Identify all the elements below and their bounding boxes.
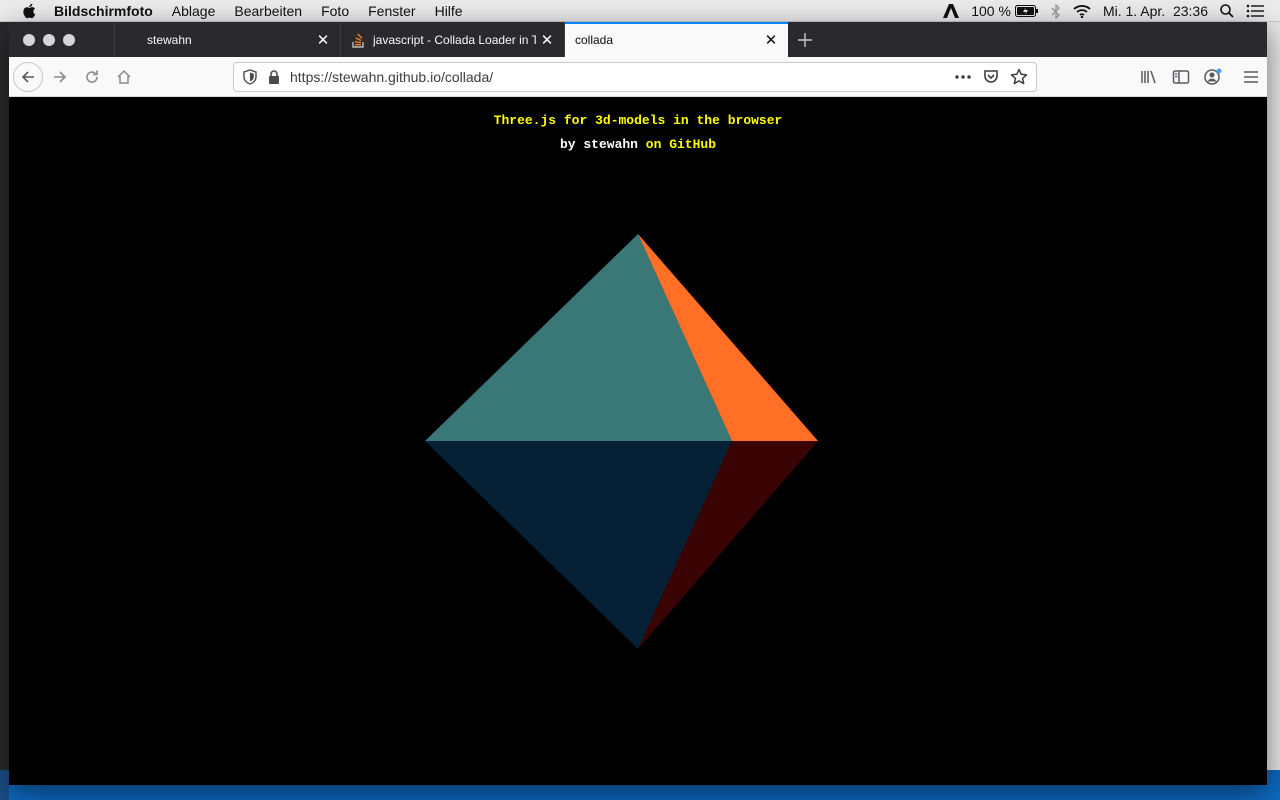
- forward-arrow-icon: [54, 70, 67, 83]
- new-tab-button[interactable]: [788, 22, 822, 57]
- home-icon: [117, 69, 131, 84]
- menu-app-name[interactable]: Bildschirmfoto: [54, 3, 153, 19]
- sidebar-toggle-icon[interactable]: [1165, 62, 1197, 92]
- bookmark-star-icon[interactable]: [1008, 66, 1030, 88]
- tab-title: collada: [575, 32, 614, 47]
- back-button[interactable]: [13, 61, 43, 92]
- macos-menu-bar: Bildschirmfoto Ablage Bearbeiten Foto Fe…: [0, 0, 1280, 22]
- back-arrow-icon: [21, 70, 34, 83]
- reload-button[interactable]: [77, 62, 107, 92]
- menu-fenster[interactable]: Fenster: [368, 3, 415, 19]
- close-tab-icon[interactable]: ✕: [760, 29, 782, 51]
- hamburger-menu-icon[interactable]: [1235, 62, 1267, 92]
- battery-icon[interactable]: [1014, 5, 1039, 17]
- page-byline: by stewahn on GitHub: [9, 133, 1267, 157]
- minimize-window-button[interactable]: [43, 33, 55, 46]
- info-overlay: Three.js for 3d-models in the browser by…: [9, 109, 1267, 157]
- desktop-background-left: [0, 22, 9, 800]
- tab-title: stewahn: [147, 32, 192, 47]
- close-tab-icon[interactable]: ✕: [536, 29, 558, 51]
- menu-ablage[interactable]: Ablage: [172, 3, 216, 19]
- forward-button[interactable]: [45, 62, 75, 92]
- github-favicon-icon: [125, 32, 141, 48]
- page-actions-ellipsis-icon[interactable]: [952, 66, 974, 88]
- wifi-icon[interactable]: [1073, 4, 1091, 18]
- reload-icon: [86, 70, 98, 83]
- library-icon[interactable]: [1133, 62, 1165, 92]
- tab-stackoverflow[interactable]: javascript - Collada Loader in Th ✕: [340, 22, 564, 57]
- menu-bearbeiten[interactable]: Bearbeiten: [234, 3, 302, 19]
- pocket-icon[interactable]: [980, 66, 1002, 88]
- tab-collada[interactable]: collada ✕: [564, 22, 788, 57]
- browser-window: stewahn ✕ javascript - Collada Loader in…: [9, 22, 1267, 785]
- stackoverflow-favicon-icon: [351, 32, 367, 48]
- close-window-button[interactable]: [23, 33, 35, 46]
- close-tab-icon[interactable]: ✕: [312, 29, 334, 51]
- notification-center-icon[interactable]: [1246, 4, 1264, 18]
- zoom-window-button[interactable]: [63, 33, 75, 46]
- byline-author: by stewahn: [559, 137, 638, 152]
- github-link[interactable]: on GitHub: [646, 137, 716, 152]
- toolbar-right: [1133, 62, 1267, 92]
- webgl-canvas[interactable]: [9, 97, 1267, 785]
- apple-logo-icon[interactable]: [19, 3, 39, 19]
- firefox-account-icon[interactable]: [1197, 62, 1229, 92]
- url-bar[interactable]: https://stewahn.github.io/collada/: [233, 62, 1037, 92]
- url-text[interactable]: https://stewahn.github.io/collada/: [290, 69, 952, 85]
- tab-stewahn[interactable]: stewahn ✕: [114, 22, 340, 57]
- menu-hilfe[interactable]: Hilfe: [435, 3, 463, 19]
- page-content: Three.js for 3d-models in the browser by…: [9, 97, 1267, 785]
- tab-title: javascript - Collada Loader in Th: [373, 32, 536, 47]
- battery-percentage: 100 %: [971, 3, 1011, 19]
- desktop-background-right: [1267, 22, 1280, 770]
- home-button[interactable]: [109, 62, 139, 92]
- tab-bar: stewahn ✕ javascript - Collada Loader in…: [9, 22, 1267, 57]
- window-controls: [9, 22, 114, 57]
- menu-foto[interactable]: Foto: [321, 3, 349, 19]
- navigation-toolbar: https://stewahn.github.io/collada/: [9, 57, 1267, 97]
- page-headline: Three.js for 3d-models in the browser: [493, 113, 783, 128]
- secure-lock-icon[interactable]: [262, 70, 286, 84]
- menubar-clock[interactable]: Mi. 1. Apr. 23:36: [1103, 3, 1208, 19]
- tracking-protection-shield-icon[interactable]: [238, 69, 262, 85]
- adobe-icon[interactable]: [943, 4, 960, 18]
- url-actions: [952, 66, 1030, 88]
- bluetooth-icon[interactable]: [1051, 3, 1061, 19]
- spotlight-search-icon[interactable]: [1220, 4, 1234, 18]
